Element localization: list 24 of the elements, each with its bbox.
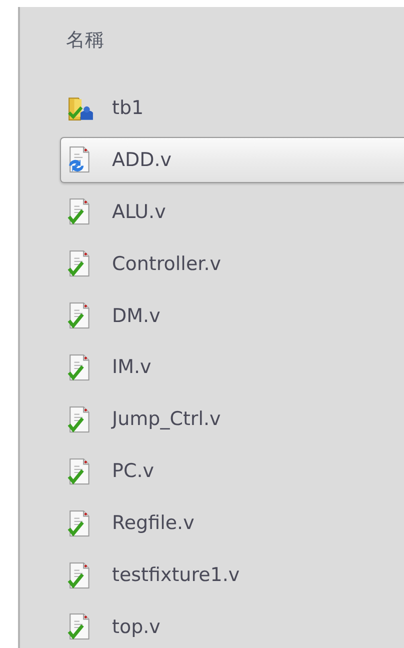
file-list-item[interactable]: ALU.v <box>60 188 404 235</box>
file-list-item[interactable]: IM.v <box>60 344 404 390</box>
file-list-item[interactable]: tb1 <box>60 85 404 131</box>
file-list-item[interactable]: DM.v <box>60 292 404 339</box>
folder-check-icon <box>67 94 94 122</box>
file-list-item[interactable]: Controller.v <box>60 240 404 287</box>
file-name: ADD.v <box>112 148 172 171</box>
column-header[interactable]: 名稱 <box>66 27 104 59</box>
file-list-item[interactable]: testfixture1.v <box>60 552 404 598</box>
file-list-item[interactable]: top.v <box>60 604 404 648</box>
file-name: DM.v <box>112 304 160 327</box>
file-list-item[interactable]: Regfile.v <box>60 500 404 546</box>
file-list-item[interactable]: Jump_Ctrl.v <box>60 396 404 442</box>
file-list-item[interactable]: ADD.v <box>60 136 404 183</box>
file-name: testfixture1.v <box>112 564 240 586</box>
file-name: top.v <box>112 616 160 638</box>
file-name: PC.v <box>112 460 154 482</box>
file-name: ALU.v <box>112 200 166 223</box>
file-name: IM.v <box>112 356 152 378</box>
file-list-item[interactable]: PC.v <box>60 448 404 494</box>
file-name: Regfile.v <box>112 512 194 534</box>
file-name: Jump_Ctrl.v <box>112 408 221 430</box>
file-name: Controller.v <box>112 252 221 275</box>
file-name: tb1 <box>112 97 144 119</box>
